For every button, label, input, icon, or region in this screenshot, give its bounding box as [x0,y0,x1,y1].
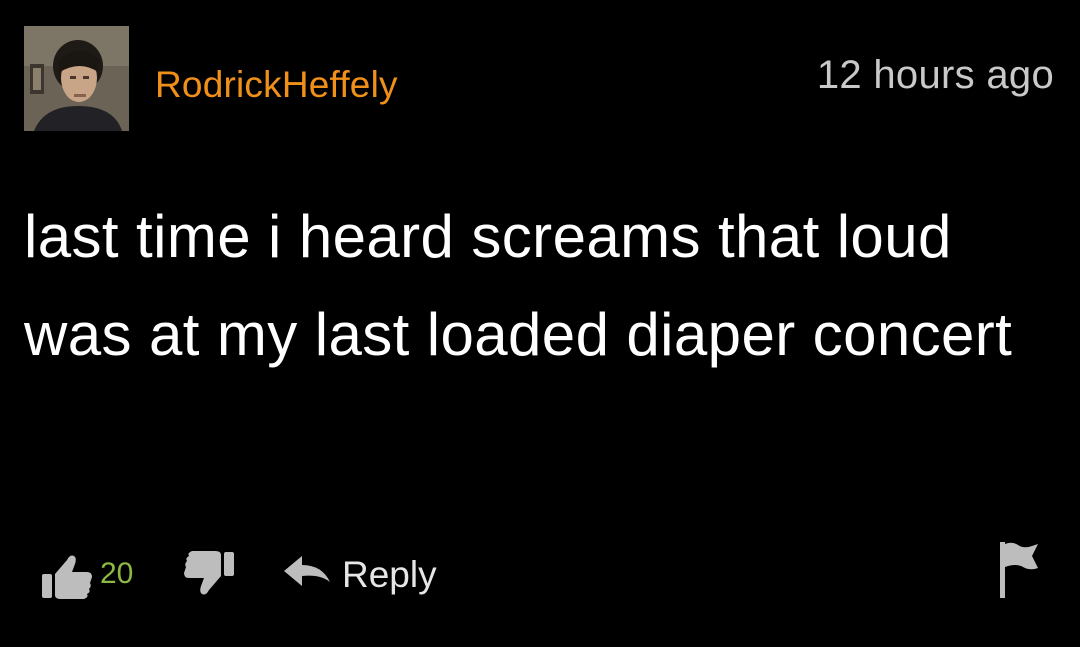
reply-arrow-icon [284,556,330,586]
flag-button[interactable] [998,540,1042,602]
username-link[interactable]: RodrickHeffely [155,62,398,108]
avatar-image [24,26,129,131]
thumbs-up-icon [42,555,92,599]
like-count: 20 [100,557,134,590]
comment: RodrickHeffely 12 hours ago last time i … [0,0,1080,647]
reply-label: Reply [342,554,437,595]
comment-text: last time i heard screams that loud was … [24,203,1013,368]
comment-timestamp: 12 hours ago [816,53,1054,97]
like-button[interactable] [40,550,96,602]
thumbs-down-icon [184,551,234,595]
avatar[interactable] [24,26,129,131]
flag-icon [1000,542,1038,598]
dislike-button[interactable] [180,548,236,600]
comment-actions: 20 Reply [0,540,1080,610]
